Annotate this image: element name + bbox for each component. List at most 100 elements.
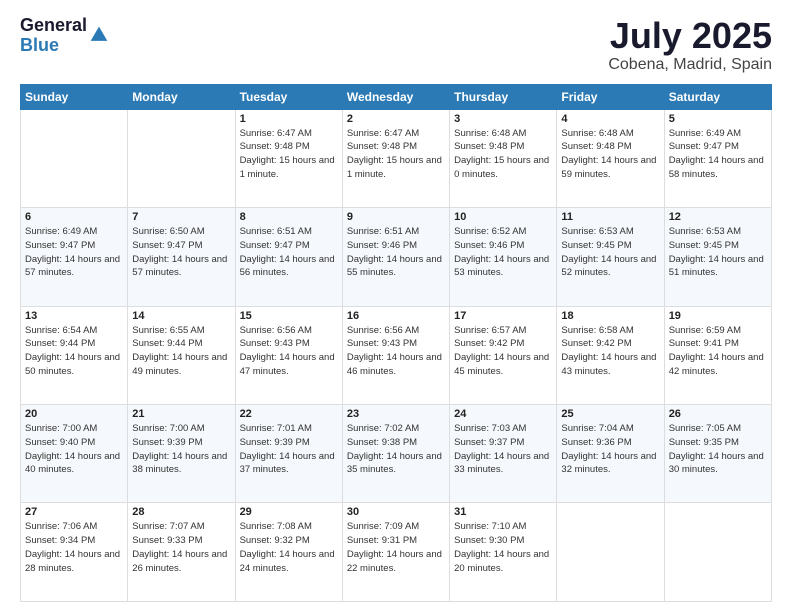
day-number: 26 (669, 408, 767, 420)
logo: General Blue (20, 16, 109, 56)
calendar-row-1: 6 Sunrise: 6:49 AMSunset: 9:47 PMDaylight… (21, 208, 772, 306)
calendar-cell: 28 Sunrise: 7:07 AMSunset: 9:33 PMDayligh… (128, 503, 235, 602)
day-number: 17 (454, 310, 552, 322)
calendar-cell: 26 Sunrise: 7:05 AMSunset: 9:35 PMDayligh… (664, 405, 771, 503)
day-number: 10 (454, 211, 552, 223)
day-number: 20 (25, 408, 123, 420)
calendar-cell: 23Sunrise: 7:02 AMSunset: 9:38 PMDayligh… (342, 405, 449, 503)
calendar-row-2: 13 Sunrise: 6:54 AMSunset: 9:44 PMDayligh… (21, 306, 772, 404)
logo-icon (89, 25, 109, 45)
day-info: Sunrise: 7:06 AMSunset: 9:34 PMDaylight:… (25, 520, 123, 575)
calendar-cell: 29Sunrise: 7:08 AMSunset: 9:32 PMDayligh… (235, 503, 342, 602)
header-row: Sunday Monday Tuesday Wednesday Thursday… (21, 84, 772, 109)
calendar-cell (21, 109, 128, 207)
page: General Blue July 2025 Cobena, Madrid, S… (0, 0, 792, 612)
day-info: Sunrise: 6:57 AMSunset: 9:42 PMDaylight:… (454, 324, 552, 379)
day-info: Sunrise: 7:04 AMSunset: 9:36 PMDaylight:… (561, 422, 659, 477)
day-info: Sunrise: 6:48 AMSunset: 9:48 PMDaylight:… (454, 127, 552, 182)
day-number: 21 (132, 408, 230, 420)
day-number: 28 (132, 506, 230, 518)
day-number: 1 (240, 113, 338, 125)
day-info: Sunrise: 7:03 AMSunset: 9:37 PMDaylight:… (454, 422, 552, 477)
day-number: 9 (347, 211, 445, 223)
day-number: 23 (347, 408, 445, 420)
calendar-cell: 5 Sunrise: 6:49 AMSunset: 9:47 PMDaylight… (664, 109, 771, 207)
calendar-cell: 14 Sunrise: 6:55 AMSunset: 9:44 PMDayligh… (128, 306, 235, 404)
day-number: 15 (240, 310, 338, 322)
day-info: Sunrise: 6:53 AMSunset: 9:45 PMDaylight:… (669, 225, 767, 280)
logo-blue-text: Blue (20, 36, 87, 56)
day-info: Sunrise: 6:54 AMSunset: 9:44 PMDaylight:… (25, 324, 123, 379)
day-info: Sunrise: 6:55 AMSunset: 9:44 PMDaylight:… (132, 324, 230, 379)
day-number: 29 (240, 506, 338, 518)
calendar-cell: 20 Sunrise: 7:00 AMSunset: 9:40 PMDayligh… (21, 405, 128, 503)
day-number: 14 (132, 310, 230, 322)
title-block: July 2025 Cobena, Madrid, Spain (608, 16, 772, 74)
day-number: 27 (25, 506, 123, 518)
calendar-cell: 27 Sunrise: 7:06 AMSunset: 9:34 PMDayligh… (21, 503, 128, 602)
day-info: Sunrise: 7:01 AMSunset: 9:39 PMDaylight:… (240, 422, 338, 477)
calendar-body: 1 Sunrise: 6:47 AMSunset: 9:48 PMDaylight… (21, 109, 772, 601)
day-info: Sunrise: 6:47 AMSunset: 9:48 PMDaylight:… (347, 127, 445, 182)
day-info: Sunrise: 6:52 AMSunset: 9:46 PMDaylight:… (454, 225, 552, 280)
day-info: Sunrise: 7:10 AMSunset: 9:30 PMDaylight:… (454, 520, 552, 575)
calendar-cell: 10 Sunrise: 6:52 AMSunset: 9:46 PMDayligh… (450, 208, 557, 306)
day-info: Sunrise: 6:51 AMSunset: 9:47 PMDaylight:… (240, 225, 338, 280)
day-info: Sunrise: 6:47 AMSunset: 9:48 PMDaylight:… (240, 127, 338, 182)
calendar-cell (664, 503, 771, 602)
day-number: 6 (25, 211, 123, 223)
col-monday: Monday (128, 84, 235, 109)
day-info: Sunrise: 7:00 AMSunset: 9:40 PMDaylight:… (25, 422, 123, 477)
day-info: Sunrise: 6:50 AMSunset: 9:47 PMDaylight:… (132, 225, 230, 280)
day-info: Sunrise: 6:58 AMSunset: 9:42 PMDaylight:… (561, 324, 659, 379)
day-info: Sunrise: 6:48 AMSunset: 9:48 PMDaylight:… (561, 127, 659, 182)
day-number: 22 (240, 408, 338, 420)
location-title: Cobena, Madrid, Spain (608, 56, 772, 74)
day-number: 13 (25, 310, 123, 322)
day-number: 30 (347, 506, 445, 518)
day-info: Sunrise: 6:51 AMSunset: 9:46 PMDaylight:… (347, 225, 445, 280)
calendar-cell: 12 Sunrise: 6:53 AMSunset: 9:45 PMDayligh… (664, 208, 771, 306)
day-info: Sunrise: 6:49 AMSunset: 9:47 PMDaylight:… (669, 127, 767, 182)
day-number: 19 (669, 310, 767, 322)
calendar-cell (557, 503, 664, 602)
day-number: 12 (669, 211, 767, 223)
calendar-cell: 17 Sunrise: 6:57 AMSunset: 9:42 PMDayligh… (450, 306, 557, 404)
day-info: Sunrise: 7:05 AMSunset: 9:35 PMDaylight:… (669, 422, 767, 477)
header: General Blue July 2025 Cobena, Madrid, S… (20, 16, 772, 74)
calendar-cell: 18 Sunrise: 6:58 AMSunset: 9:42 PMDayligh… (557, 306, 664, 404)
day-info: Sunrise: 7:07 AMSunset: 9:33 PMDaylight:… (132, 520, 230, 575)
col-thursday: Thursday (450, 84, 557, 109)
calendar-cell: 21Sunrise: 7:00 AMSunset: 9:39 PMDayligh… (128, 405, 235, 503)
col-wednesday: Wednesday (342, 84, 449, 109)
day-number: 3 (454, 113, 552, 125)
day-number: 8 (240, 211, 338, 223)
day-number: 7 (132, 211, 230, 223)
day-number: 5 (669, 113, 767, 125)
calendar-cell: 11Sunrise: 6:53 AMSunset: 9:45 PMDayligh… (557, 208, 664, 306)
calendar-cell: 6 Sunrise: 6:49 AMSunset: 9:47 PMDaylight… (21, 208, 128, 306)
day-number: 25 (561, 408, 659, 420)
calendar-cell: 3 Sunrise: 6:48 AMSunset: 9:48 PMDaylight… (450, 109, 557, 207)
calendar-cell: 25 Sunrise: 7:04 AMSunset: 9:36 PMDayligh… (557, 405, 664, 503)
calendar-cell: 7 Sunrise: 6:50 AMSunset: 9:47 PMDaylight… (128, 208, 235, 306)
col-tuesday: Tuesday (235, 84, 342, 109)
logo-general-text: General (20, 16, 87, 36)
day-info: Sunrise: 6:56 AMSunset: 9:43 PMDaylight:… (347, 324, 445, 379)
day-number: 18 (561, 310, 659, 322)
day-number: 24 (454, 408, 552, 420)
calendar-cell: 30Sunrise: 7:09 AMSunset: 9:31 PMDayligh… (342, 503, 449, 602)
calendar-cell: 9 Sunrise: 6:51 AMSunset: 9:46 PMDaylight… (342, 208, 449, 306)
col-sunday: Sunday (21, 84, 128, 109)
calendar-cell: 15Sunrise: 6:56 AMSunset: 9:43 PMDayligh… (235, 306, 342, 404)
calendar-cell: 16Sunrise: 6:56 AMSunset: 9:43 PMDayligh… (342, 306, 449, 404)
col-friday: Friday (557, 84, 664, 109)
calendar-cell: 8 Sunrise: 6:51 AMSunset: 9:47 PMDaylight… (235, 208, 342, 306)
calendar-cell (128, 109, 235, 207)
calendar-cell: 31 Sunrise: 7:10 AMSunset: 9:30 PMDayligh… (450, 503, 557, 602)
calendar-row-4: 27 Sunrise: 7:06 AMSunset: 9:34 PMDayligh… (21, 503, 772, 602)
day-number: 31 (454, 506, 552, 518)
calendar-cell: 24 Sunrise: 7:03 AMSunset: 9:37 PMDayligh… (450, 405, 557, 503)
day-info: Sunrise: 6:49 AMSunset: 9:47 PMDaylight:… (25, 225, 123, 280)
calendar-row-0: 1 Sunrise: 6:47 AMSunset: 9:48 PMDaylight… (21, 109, 772, 207)
